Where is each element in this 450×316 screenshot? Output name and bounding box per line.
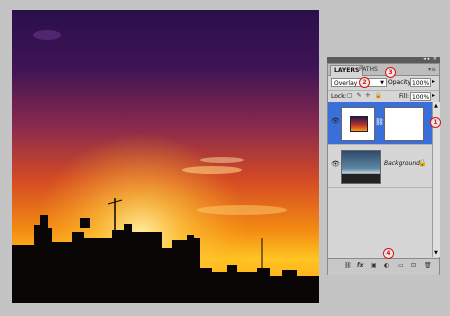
layers-list: 👁 ⛓ 👁 Background 🔒 — [328, 102, 432, 257]
fx-icon[interactable]: fx — [357, 262, 363, 269]
layers-panel: LAYERS PATHS ▾≡ Overlay ▼ Opacity: 100% … — [327, 63, 440, 275]
layer-row-adjustment[interactable]: 👁 ⛓ — [328, 102, 432, 145]
link-icon[interactable]: ⛓ — [344, 262, 352, 269]
panel-menu-icon[interactable]: ▾≡ — [428, 66, 436, 73]
group-icon[interactable]: ▭ — [398, 262, 404, 269]
scroll-up-icon[interactable]: ▲ — [434, 103, 438, 109]
badge-1: 1 — [430, 117, 441, 128]
chevron-down-icon: ▼ — [380, 80, 384, 86]
collapse-icon[interactable]: ◂◂ ✕ — [423, 56, 438, 62]
eye-icon[interactable]: 👁 — [331, 160, 340, 168]
opacity-arrow-icon[interactable]: ▸ — [432, 78, 435, 85]
lock-row: Lock: ▢ ✎ ✛ 🔒 Fill: 100% ▸ — [328, 90, 439, 102]
eye-icon[interactable]: 👁 — [331, 117, 340, 125]
link-icon: ⛓ — [375, 118, 384, 126]
adjustment-icon[interactable]: ◐ — [384, 262, 389, 269]
panel-tabs: LAYERS PATHS ▾≡ — [328, 64, 439, 76]
tab-paths[interactable]: PATHS — [356, 65, 381, 75]
panel-footer: ⛓ fx ▣ ◐ ▭ ⊡ 🗑 — [328, 258, 439, 275]
canvas-photo — [12, 10, 319, 303]
new-layer-icon[interactable]: ⊡ — [411, 262, 416, 269]
lock-label: Lock: — [331, 93, 347, 100]
trash-icon[interactable]: 🗑 — [424, 262, 432, 269]
badge-3: 3 — [385, 67, 396, 78]
opacity-label: Opacity: — [388, 79, 413, 86]
opacity-input[interactable]: 100% — [410, 78, 431, 87]
background-thumbnail — [341, 150, 381, 184]
badge-2: 2 — [359, 77, 370, 88]
lock-options-icons[interactable]: ▢ ✎ ✛ 🔒 — [347, 92, 383, 99]
blend-mode-value: Overlay — [334, 80, 358, 87]
layer-mask-thumbnail[interactable] — [384, 107, 424, 141]
layer-row-background[interactable]: 👁 Background 🔒 — [328, 145, 432, 188]
scroll-down-icon[interactable]: ▼ — [434, 250, 438, 256]
blend-row: Overlay ▼ Opacity: 100% ▸ — [328, 77, 439, 89]
fill-label: Fill: — [399, 93, 410, 100]
fill-input[interactable]: 100% — [410, 92, 431, 101]
lock-icon: 🔒 — [418, 159, 427, 167]
badge-4: 4 — [383, 248, 394, 259]
mask-icon[interactable]: ▣ — [371, 262, 377, 269]
fill-arrow-icon[interactable]: ▸ — [432, 92, 435, 99]
layer-name-background: Background — [384, 160, 420, 167]
adjustment-thumbnail — [341, 107, 375, 141]
